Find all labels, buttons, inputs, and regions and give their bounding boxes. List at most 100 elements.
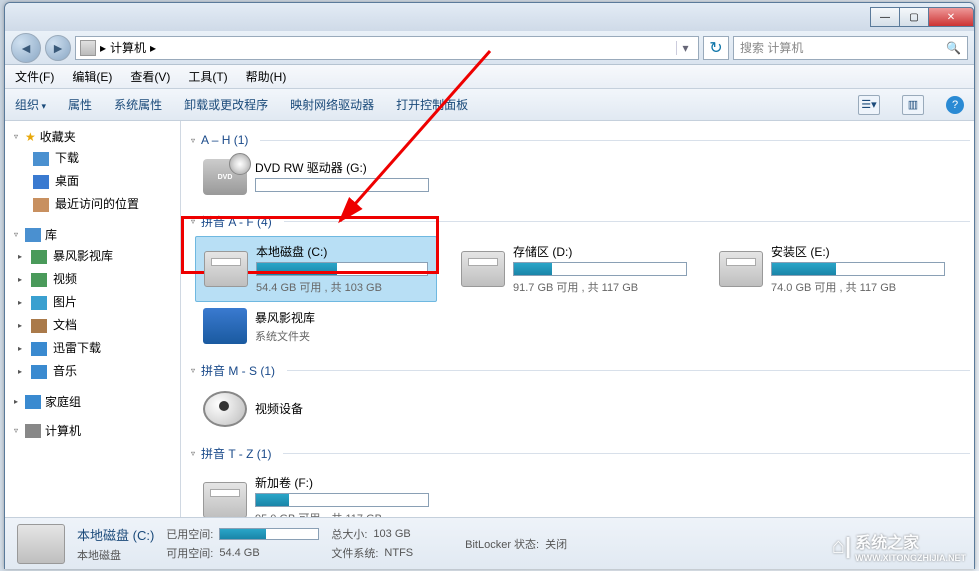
refresh-button[interactable]: ↻: [703, 36, 729, 60]
search-icon[interactable]: 🔍: [946, 41, 961, 55]
status-used-bar: [219, 528, 319, 540]
usage-bar: [256, 262, 428, 276]
toolbar-organize[interactable]: 组织: [15, 96, 46, 113]
sidebar-item-music[interactable]: ▸音乐: [5, 360, 180, 383]
status-drive-type: 本地磁盘: [77, 547, 154, 563]
sidebar-favorites-header[interactable]: ▿★收藏夹: [5, 126, 180, 147]
group-items: 新加卷 (F:) 95.0 GB 可用，共 117 GB: [187, 466, 974, 517]
status-drive-name: 本地磁盘 (C:): [77, 525, 154, 544]
drive-name: DVD RW 驱动器 (G:): [255, 159, 429, 176]
preview-pane-button[interactable]: ▥: [902, 95, 924, 115]
sidebar-item-videos[interactable]: ▸视频: [5, 268, 180, 291]
webcam-icon: [203, 391, 247, 427]
forward-button[interactable]: ►: [45, 35, 71, 61]
usage-bar: [255, 178, 429, 192]
usage-bar: [771, 262, 945, 276]
drive-detail: 54.4 GB 可用 , 共 103 GB: [256, 279, 428, 295]
status-drive-icon: [17, 524, 65, 564]
hdd-icon: [461, 251, 505, 287]
status-fs-value: NTFS: [384, 547, 413, 559]
status-total-value: 103 GB: [373, 528, 410, 540]
hdd-icon: [203, 482, 247, 517]
status-bitlocker-label: BitLocker 状态:: [465, 536, 539, 552]
breadcrumb-computer[interactable]: 计算机: [110, 39, 146, 56]
usage-bar: [513, 262, 687, 276]
sidebar-item-xunlei[interactable]: ▸迅雷下载: [5, 337, 180, 360]
drive-item[interactable]: DVD DVD RW 驱动器 (G:): [195, 153, 437, 201]
sidebar-item-documents[interactable]: ▸文档: [5, 314, 180, 337]
drive-detail: 91.7 GB 可用 , 共 117 GB: [513, 279, 687, 295]
drive-item[interactable]: 暴风影视库系统文件夹: [195, 302, 437, 350]
menu-edit[interactable]: 编辑(E): [72, 68, 112, 85]
toolbar-map-drive[interactable]: 映射网络驱动器: [290, 96, 374, 113]
group-header[interactable]: ▿拼音 T - Z (1): [187, 439, 974, 466]
help-button[interactable]: ?: [946, 96, 964, 114]
drive-name: 本地磁盘 (C:): [256, 243, 428, 260]
sidebar-library-header[interactable]: ▿库: [5, 224, 180, 245]
group-header[interactable]: ▿A – H (1): [187, 127, 974, 151]
toolbar-uninstall[interactable]: 卸载或更改程序: [184, 96, 268, 113]
toolbar: 组织 属性 系统属性 卸载或更改程序 映射网络驱动器 打开控制面板 ☰▾ ▥ ?: [5, 89, 974, 121]
group-header[interactable]: ▿拼音 A - F (4): [187, 207, 974, 234]
drive-detail: 系统文件夹: [255, 328, 429, 344]
dvd-drive-icon: DVD: [203, 159, 247, 195]
drive-name: 存储区 (D:): [513, 243, 687, 260]
menu-bar: 文件(F) 编辑(E) 查看(V) 工具(T) 帮助(H): [5, 65, 974, 89]
content-pane: ▿A – H (1) DVD DVD RW 驱动器 (G:) ▿拼音 A - F (4…: [181, 121, 974, 517]
menu-help[interactable]: 帮助(H): [246, 68, 287, 85]
hdd-icon: [204, 251, 248, 287]
drive-detail: 74.0 GB 可用 , 共 117 GB: [771, 279, 945, 295]
group-header[interactable]: ▿拼音 M - S (1): [187, 356, 974, 383]
status-bar: 本地磁盘 (C:) 本地磁盘 已用空间: 可用空间: 54.4 GB 总大小: 10…: [5, 517, 974, 569]
watermark: ⌂| 系统之家WWW.XITONGZHIJIA.NET: [832, 529, 966, 563]
sidebar-item-downloads[interactable]: 下载: [5, 147, 180, 170]
status-fs-label: 文件系统:: [331, 545, 378, 561]
status-free-label: 可用空间:: [166, 545, 213, 561]
toolbar-system-properties[interactable]: 系统属性: [114, 96, 162, 113]
drive-name: 安装区 (E:): [771, 243, 945, 260]
group-items: DVD DVD RW 驱动器 (G:): [187, 151, 974, 207]
explorer-window: — ▢ ✕ ◄ ► ▸ 计算机 ▸ ▾ ↻ 搜索 计算机 🔍 文件(F) 编辑(…: [4, 2, 975, 569]
hdd-icon: [719, 251, 763, 287]
drive-item[interactable]: 视频设备: [195, 385, 437, 433]
status-total-label: 总大小:: [331, 526, 367, 542]
sidebar-item-desktop[interactable]: 桌面: [5, 170, 180, 193]
status-used-label: 已用空间:: [166, 526, 213, 542]
status-bitlocker-value: 关闭: [545, 536, 567, 552]
sidebar: ▿★收藏夹 下载 桌面 最近访问的位置 ▿库 ▸暴风影视库 ▸视频 ▸图片 ▸文…: [5, 121, 181, 517]
drive-name: 新加卷 (F:): [255, 474, 429, 491]
sidebar-item-baofeng[interactable]: ▸暴风影视库: [5, 245, 180, 268]
body: ▿★收藏夹 下载 桌面 最近访问的位置 ▿库 ▸暴风影视库 ▸视频 ▸图片 ▸文…: [5, 121, 974, 517]
toolbar-properties[interactable]: 属性: [68, 96, 92, 113]
sidebar-homegroup-header[interactable]: ▸家庭组: [5, 391, 180, 412]
status-free-value: 54.4 GB: [219, 547, 259, 559]
search-input[interactable]: 搜索 计算机 🔍: [733, 36, 968, 60]
view-mode-button[interactable]: ☰▾: [858, 95, 880, 115]
folder-icon: [203, 308, 247, 344]
sidebar-item-recent[interactable]: 最近访问的位置: [5, 193, 180, 216]
titlebar: — ▢ ✕: [5, 3, 974, 31]
drive-detail: 95.0 GB 可用，共 117 GB: [255, 510, 429, 517]
menu-tools[interactable]: 工具(T): [188, 68, 227, 85]
maximize-button[interactable]: ▢: [899, 7, 929, 27]
sidebar-computer-header[interactable]: ▿计算机: [5, 420, 180, 441]
address-bar[interactable]: ▸ 计算机 ▸ ▾: [75, 36, 699, 60]
drive-name: 暴风影视库: [255, 309, 429, 326]
menu-file[interactable]: 文件(F): [15, 68, 54, 85]
minimize-button[interactable]: —: [870, 7, 900, 27]
breadcrumb-sep: ▸: [100, 41, 106, 55]
drive-item[interactable]: 新加卷 (F:) 95.0 GB 可用，共 117 GB: [195, 468, 437, 517]
drive-item[interactable]: 本地磁盘 (C:) 54.4 GB 可用 , 共 103 GB: [195, 236, 437, 302]
close-button[interactable]: ✕: [928, 7, 974, 27]
toolbar-control-panel[interactable]: 打开控制面板: [396, 96, 468, 113]
computer-icon: [80, 40, 96, 56]
drive-item[interactable]: 安装区 (E:) 74.0 GB 可用 , 共 117 GB: [711, 236, 953, 302]
search-placeholder: 搜索 计算机: [740, 39, 803, 56]
sidebar-item-pictures[interactable]: ▸图片: [5, 291, 180, 314]
drive-item[interactable]: 存储区 (D:) 91.7 GB 可用 , 共 117 GB: [453, 236, 695, 302]
address-dropdown[interactable]: ▾: [676, 41, 694, 55]
back-button[interactable]: ◄: [11, 33, 41, 63]
group-items: 视频设备: [187, 383, 974, 439]
breadcrumb-sep: ▸: [150, 41, 156, 55]
menu-view[interactable]: 查看(V): [130, 68, 170, 85]
